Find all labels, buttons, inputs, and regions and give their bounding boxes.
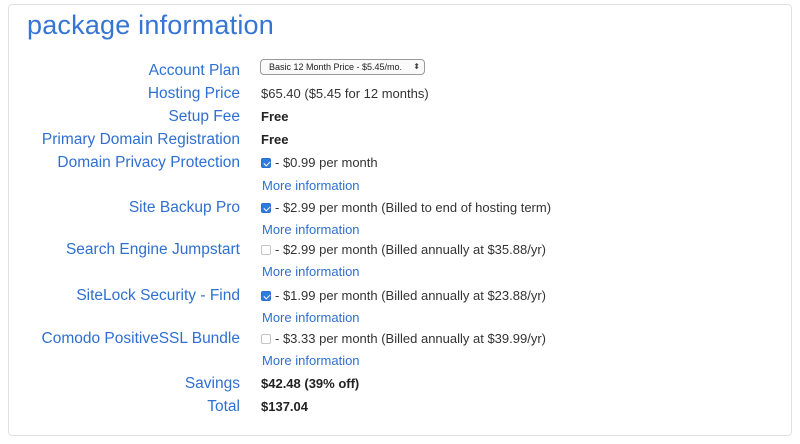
hosting-price-value: $65.40 ($5.45 for 12 months) [261, 86, 429, 101]
addon-label: SiteLock Security - Find [76, 287, 240, 304]
domain-registration-label: Primary Domain Registration [41, 131, 240, 148]
addon-value: - $2.99 per month (Billed annually at $3… [261, 238, 546, 261]
hosting-price-row: Hosting Price $65.40 ($5.45 for 12 month… [0, 82, 800, 105]
account-plan-label: Account Plan [148, 62, 240, 79]
addon-price-text: - $3.33 per month (Billed annually at $3… [275, 331, 546, 346]
checkbox-unchecked-icon[interactable] [261, 245, 271, 255]
domain-registration-row: Primary Domain Registration Free [0, 128, 800, 151]
addon-row: SiteLock Security - Find - $1.99 per mon… [0, 284, 800, 307]
addon-value: - $1.99 per month (Billed annually at $2… [261, 284, 546, 307]
addon-value: - $2.99 per month (Billed to end of host… [261, 196, 551, 219]
addon-label: Site Backup Pro [128, 199, 240, 216]
addon-row: Site Backup Pro - $2.99 per month (Bille… [0, 196, 800, 219]
addon-row: Comodo PositiveSSL Bundle - $3.33 per mo… [0, 327, 800, 350]
setup-fee-row: Setup Fee Free [0, 105, 800, 128]
select-arrows-icon: ⬍ [413, 62, 420, 71]
account-plan-select[interactable]: Basic 12 Month Price - $5.45/mo. ⬍ [260, 59, 425, 75]
addon-value: - $3.33 per month (Billed annually at $3… [261, 327, 546, 350]
checkbox-checked-icon[interactable] [261, 291, 271, 301]
section-title: package information [27, 10, 274, 40]
more-information-link[interactable]: More information [262, 264, 360, 279]
more-information-link[interactable]: More information [262, 310, 360, 325]
account-plan-selected-value: Basic 12 Month Price - $5.45/mo. [269, 62, 403, 72]
domain-registration-value: Free [261, 132, 289, 147]
checkbox-unchecked-icon[interactable] [261, 334, 271, 344]
savings-row: Savings $42.48 (39% off) [0, 372, 800, 395]
addon-row: Search Engine Jumpstart - $2.99 per mont… [0, 238, 800, 261]
addon-label: Comodo PositiveSSL Bundle [41, 330, 240, 347]
addon-price-text: - $2.99 per month (Billed to end of host… [275, 200, 552, 215]
total-label: Total [207, 398, 240, 415]
addon-price-text: - $0.99 per month [275, 155, 378, 170]
addon-label: Search Engine Jumpstart [65, 241, 240, 258]
addon-price-text: - $2.99 per month (Billed annually at $3… [275, 242, 546, 257]
total-value: $137.04 [261, 399, 308, 414]
addon-row: Domain Privacy Protection - $0.99 per mo… [0, 151, 800, 174]
savings-value: $42.48 (39% off) [261, 376, 360, 391]
hosting-price-label: Hosting Price [147, 85, 240, 102]
addon-label: Domain Privacy Protection [57, 154, 240, 171]
total-row: Total $137.04 [0, 395, 800, 418]
checkbox-checked-icon[interactable] [261, 203, 271, 213]
addon-value: - $0.99 per month [261, 151, 378, 174]
addon-price-text: - $1.99 per month (Billed annually at $2… [275, 288, 546, 303]
checkbox-checked-icon[interactable] [261, 158, 271, 168]
more-information-link[interactable]: More information [262, 353, 360, 368]
setup-fee-label: Setup Fee [168, 108, 240, 125]
savings-label: Savings [184, 375, 240, 392]
more-information-link[interactable]: More information [262, 222, 360, 237]
more-information-link[interactable]: More information [262, 178, 360, 193]
setup-fee-value: Free [261, 109, 289, 124]
